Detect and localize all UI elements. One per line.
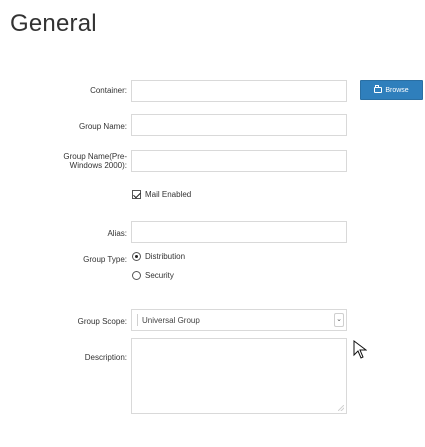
group-type-security-row[interactable]: Security	[132, 271, 174, 280]
description-label: Description:	[84, 353, 127, 362]
alias-label: Alias:	[107, 229, 127, 238]
group-scope-label: Group Scope:	[77, 317, 127, 326]
mail-enabled-row[interactable]: Mail Enabled	[132, 190, 191, 199]
group-scope-select[interactable]: Universal Group ⌄	[131, 309, 347, 331]
folder-icon	[374, 85, 383, 93]
alias-field[interactable]	[131, 221, 347, 243]
group-name-pre-label-line2: Windows 2000):	[69, 161, 127, 170]
security-label: Security	[145, 271, 174, 280]
group-name-pre-windows-field[interactable]	[131, 150, 347, 172]
browse-button-label: Browse	[385, 86, 409, 94]
browse-button[interactable]: Browse	[360, 80, 423, 100]
distribution-label: Distribution	[145, 252, 186, 261]
general-page: General Container: Browse Group Name: Gr…	[0, 0, 425, 447]
description-textarea[interactable]	[131, 338, 347, 414]
group-name-label: Group Name:	[78, 122, 127, 131]
page-title: General	[10, 10, 97, 37]
mail-enabled-checkbox[interactable]	[132, 190, 141, 199]
chevron-down-icon[interactable]: ⌄	[334, 313, 344, 327]
distribution-radio[interactable]	[132, 252, 141, 261]
group-type-distribution-row[interactable]: Distribution	[132, 252, 185, 261]
group-type-label: Group Type:	[83, 255, 127, 264]
group-scope-value: Universal Group	[142, 316, 200, 325]
resize-grip-icon[interactable]	[338, 405, 344, 411]
select-divider	[137, 314, 138, 326]
security-radio[interactable]	[132, 271, 141, 280]
container-field[interactable]	[131, 80, 347, 102]
cursor-arrow-icon	[353, 340, 367, 359]
mail-enabled-label: Mail Enabled	[145, 190, 192, 199]
group-name-field[interactable]	[131, 114, 347, 136]
container-label: Container:	[90, 86, 127, 95]
